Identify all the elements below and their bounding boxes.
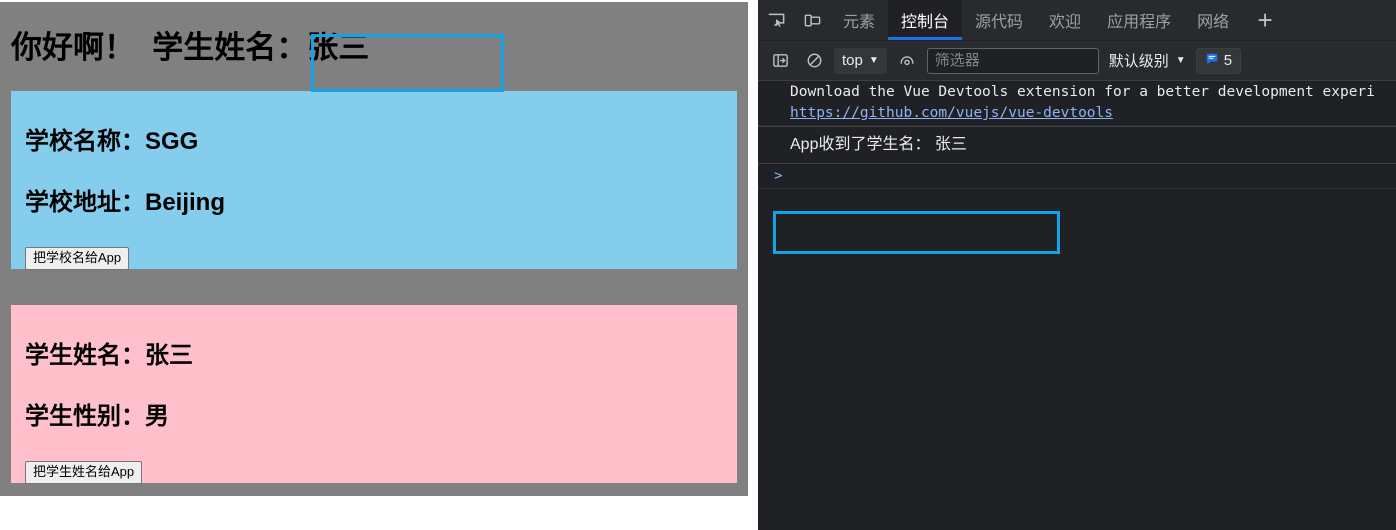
live-expression-icon[interactable] — [893, 48, 921, 74]
tab-sources-label: 源代码 — [975, 14, 1024, 31]
tab-sources[interactable]: 源代码 — [962, 0, 1036, 40]
clear-console-icon[interactable] — [800, 48, 828, 74]
student-name-value: 张三 — [145, 342, 193, 369]
execution-context-select[interactable]: top ▼ — [834, 47, 887, 74]
console-level-label: 默认级别 — [1108, 53, 1169, 70]
console-filter-input[interactable] — [926, 47, 1099, 74]
console-level-select[interactable]: 默认级别 ▼ — [1105, 50, 1190, 71]
page-title-greeting: 你好啊！ — [11, 29, 135, 65]
student-gender-row: 学生性别：男 — [25, 405, 723, 429]
tab-welcome[interactable]: 欢迎 — [1036, 0, 1094, 40]
message-count-badge[interactable]: 5 — [1195, 47, 1242, 74]
console-highlight-box — [773, 211, 1060, 254]
tab-application-label: 应用程序 — [1107, 14, 1172, 31]
console-message-vue-devtools[interactable]: Download the Vue Devtools extension for … — [758, 81, 1396, 102]
console-message-text: Download the Vue Devtools extension for … — [790, 84, 1375, 100]
inspect-element-icon[interactable] — [758, 0, 794, 40]
student-gender-label: 学生性别： — [25, 403, 145, 430]
message-bubble-icon — [1205, 52, 1219, 70]
devtools-panel: 元素 控制台 源代码 欢迎 应用程序 网络 + top ▼ 默认 — [758, 0, 1396, 530]
tab-welcome-label: 欢迎 — [1049, 14, 1082, 31]
send-school-name-button[interactable]: 把学校名给App — [25, 247, 130, 271]
execution-context-value: top — [842, 52, 863, 69]
web-page-pane: 你好啊！ 学生姓名：张三 学校名称：SGG 学校地址：Beijing 把学校名给… — [0, 0, 758, 530]
chevron-down-icon: ▼ — [1175, 54, 1186, 66]
console-toolbar: top ▼ 默认级别 ▼ 5 — [758, 41, 1396, 81]
tab-elements-label: 元素 — [843, 14, 876, 31]
devtools-tabbar: 元素 控制台 源代码 欢迎 应用程序 网络 + — [758, 0, 1396, 41]
tab-console[interactable]: 控制台 — [888, 0, 963, 40]
console-prompt[interactable]: > — [758, 164, 1396, 189]
console-sidebar-icon[interactable] — [766, 48, 794, 74]
console-message-app-received[interactable]: App收到了学生名： 张三 — [758, 126, 1396, 164]
screenshot-root: 你好啊！ 学生姓名：张三 学校名称：SGG 学校地址：Beijing 把学校名给… — [0, 0, 1396, 530]
school-name-value: SGG — [145, 128, 199, 155]
tab-network-label: 网络 — [1197, 14, 1230, 31]
app-container: 你好啊！ 学生姓名：张三 学校名称：SGG 学校地址：Beijing 把学校名给… — [0, 2, 748, 496]
chevron-down-icon: ▼ — [868, 54, 879, 66]
console-message-vue-devtools-link[interactable]: https://github.com/vuejs/vue-devtools — [758, 102, 1396, 126]
student-name-row: 学生姓名：张三 — [25, 344, 723, 368]
page-title: 你好啊！ 学生姓名：张三 — [11, 32, 369, 63]
tab-elements[interactable]: 元素 — [830, 0, 888, 40]
message-count-value: 5 — [1223, 52, 1233, 69]
tab-network[interactable]: 网络 — [1184, 0, 1242, 40]
tab-application[interactable]: 应用程序 — [1094, 0, 1184, 40]
console-output[interactable]: Download the Vue Devtools extension for … — [758, 81, 1396, 530]
school-address-value: Beijing — [145, 189, 226, 216]
school-address-label: 学校地址： — [25, 189, 145, 216]
student-gender-value: 男 — [145, 403, 169, 430]
page-title-label: 学生姓名 — [152, 29, 277, 65]
send-student-name-button[interactable]: 把学生姓名给App — [25, 461, 143, 485]
console-log-text: App收到了学生名： 张三 — [790, 136, 967, 153]
school-card: 学校名称：SGG 学校地址：Beijing 把学校名给App — [11, 91, 737, 271]
add-tab-button[interactable]: + — [1242, 0, 1288, 40]
student-card: 学生姓名：张三 学生性别：男 把学生姓名给App — [11, 305, 737, 485]
vue-devtools-link[interactable]: https://github.com/vuejs/vue-devtools — [790, 105, 1113, 121]
tab-console-label: 控制台 — [901, 14, 950, 31]
page-title-value: 张三 — [307, 29, 370, 65]
school-address-row: 学校地址：Beijing — [25, 191, 723, 215]
page-title-separator: ： — [276, 29, 308, 65]
app-header: 你好啊！ 学生姓名：张三 — [1, 3, 747, 92]
student-name-label: 学生姓名： — [25, 342, 145, 369]
device-toolbar-icon[interactable] — [794, 0, 830, 40]
school-name-row: 学校名称：SGG — [25, 130, 723, 154]
school-name-label: 学校名称： — [25, 128, 145, 155]
